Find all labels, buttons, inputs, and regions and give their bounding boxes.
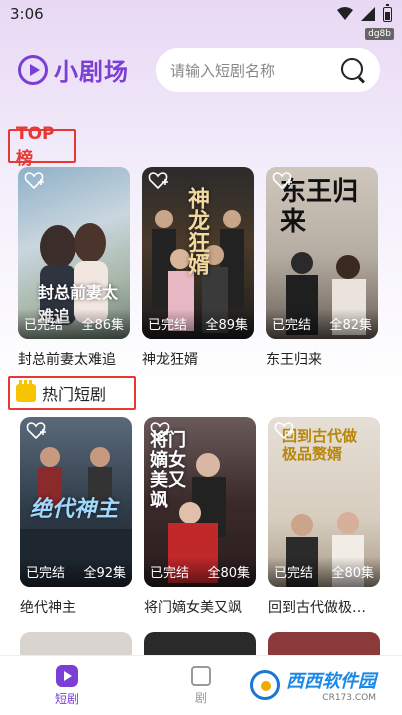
site-watermark-url: CR173.COM xyxy=(322,693,376,703)
site-watermark: 西西软件园 CR173.COM xyxy=(242,663,384,707)
play-icon xyxy=(56,664,78,687)
drama-title[interactable]: 封总前妻太难追 xyxy=(18,349,130,369)
poster-title-text: 将门嫡女美又飒 xyxy=(150,430,186,511)
status-badge: 已完结 xyxy=(272,318,312,333)
clapperboard-icon xyxy=(16,380,36,402)
top-section-header: TOP榜 xyxy=(8,124,76,169)
status-bar: 3:06 xyxy=(0,0,402,28)
drama-title[interactable]: 东王归来 xyxy=(266,349,378,369)
favorite-add-icon[interactable] xyxy=(26,422,46,440)
drama-title[interactable]: 回到古代做极… xyxy=(268,597,380,617)
grid-icon xyxy=(191,665,211,686)
nav-tab-shorts[interactable]: 短剧 xyxy=(0,656,134,715)
drama-poster[interactable]: 神龙狂婿 已完结 全89集 xyxy=(142,167,254,339)
favorite-add-icon[interactable] xyxy=(274,422,294,440)
episode-count: 全89集 xyxy=(205,318,248,333)
search-bar[interactable]: 请输入短剧名称 xyxy=(156,48,380,92)
poster-title-text: 东王归来 xyxy=(280,177,359,237)
poster-footer: 已完结 全80集 xyxy=(144,557,256,587)
drama-title[interactable]: 绝代神主 xyxy=(20,597,132,617)
poster-footer: 已完结 全89集 xyxy=(142,309,254,339)
poster-title-text: 绝代神主 xyxy=(30,497,119,522)
nav-tab-label: 短剧 xyxy=(54,691,79,706)
site-watermark-name: 西西软件园 xyxy=(286,671,376,692)
poster-footer: 已完结 全86集 xyxy=(18,309,130,339)
status-badge: 已完结 xyxy=(24,318,64,333)
nav-tab-label: 剧 xyxy=(194,690,207,705)
hot-section-header: 热门短剧 xyxy=(8,376,136,410)
drama-poster[interactable]: 东王归来 已完结 全82集 xyxy=(266,167,378,339)
hot-section-title: 热门短剧 xyxy=(42,385,107,404)
episode-count: 全92集 xyxy=(83,566,126,581)
play-logo-icon xyxy=(18,54,48,85)
episode-count: 全80集 xyxy=(331,566,374,581)
episode-count: 全82集 xyxy=(329,318,372,333)
drama-card[interactable]: 将门嫡女美又飒 已完结 全80集 将门嫡女美又飒 xyxy=(144,417,256,617)
drama-card[interactable]: 封总前妻太难追 已完结 全86集 封总前妻太难追 xyxy=(18,167,130,369)
signal-icon xyxy=(361,7,375,21)
episode-count: 全86集 xyxy=(81,318,124,333)
status-badge: 已完结 xyxy=(148,318,188,333)
poster-footer: 已完结 全82集 xyxy=(266,309,378,339)
drama-title[interactable]: 神龙狂婿 xyxy=(142,349,254,369)
favorite-add-icon[interactable] xyxy=(24,172,44,190)
top-section-title: TOP榜 xyxy=(16,123,55,169)
drama-card[interactable]: 东王归来 已完结 全82集 东王归来 xyxy=(266,167,378,369)
header: 小剧场 请输入短剧名称 xyxy=(0,44,402,96)
app-name: 小剧场 xyxy=(54,58,129,86)
favorite-add-icon[interactable] xyxy=(272,172,292,190)
app-logo: 小剧场 xyxy=(18,52,129,87)
status-icons xyxy=(337,3,392,22)
episode-count: 全80集 xyxy=(207,566,250,581)
favorite-add-icon[interactable] xyxy=(148,172,168,190)
drama-poster[interactable]: 回到古代做极品赘婿 已完结 全80集 xyxy=(268,417,380,587)
drama-card[interactable]: 回到古代做极品赘婿 已完结 全80集 回到古代做极… xyxy=(268,417,380,617)
status-badge: 已完结 xyxy=(274,566,314,581)
status-badge: 已完结 xyxy=(26,566,66,581)
search-icon[interactable] xyxy=(340,57,366,83)
status-badge: 已完结 xyxy=(150,566,190,581)
site-logo-icon xyxy=(250,670,280,700)
debug-tag: dg8b xyxy=(365,28,394,40)
search-input[interactable]: 请输入短剧名称 xyxy=(170,60,340,81)
favorite-add-icon[interactable] xyxy=(150,422,170,440)
poster-title-text: 回到古代做极品赘婿 xyxy=(282,427,358,463)
drama-poster[interactable]: 将门嫡女美又飒 已完结 全80集 xyxy=(144,417,256,587)
poster-title-text: 神龙狂婿 xyxy=(184,187,209,275)
wifi-icon xyxy=(337,7,353,20)
drama-card[interactable]: 绝代神主 已完结 全92集 绝代神主 xyxy=(20,417,132,617)
poster-footer: 已完结 全80集 xyxy=(268,557,380,587)
drama-title[interactable]: 将门嫡女美又飒 xyxy=(144,597,256,617)
drama-poster[interactable]: 封总前妻太难追 已完结 全86集 xyxy=(18,167,130,339)
status-time: 3:06 xyxy=(10,5,44,23)
drama-poster[interactable]: 绝代神主 已完结 全92集 xyxy=(20,417,132,587)
poster-footer: 已完结 全92集 xyxy=(20,557,132,587)
battery-icon xyxy=(383,3,392,22)
drama-card[interactable]: 神龙狂婿 已完结 全89集 神龙狂婿 xyxy=(142,167,254,369)
